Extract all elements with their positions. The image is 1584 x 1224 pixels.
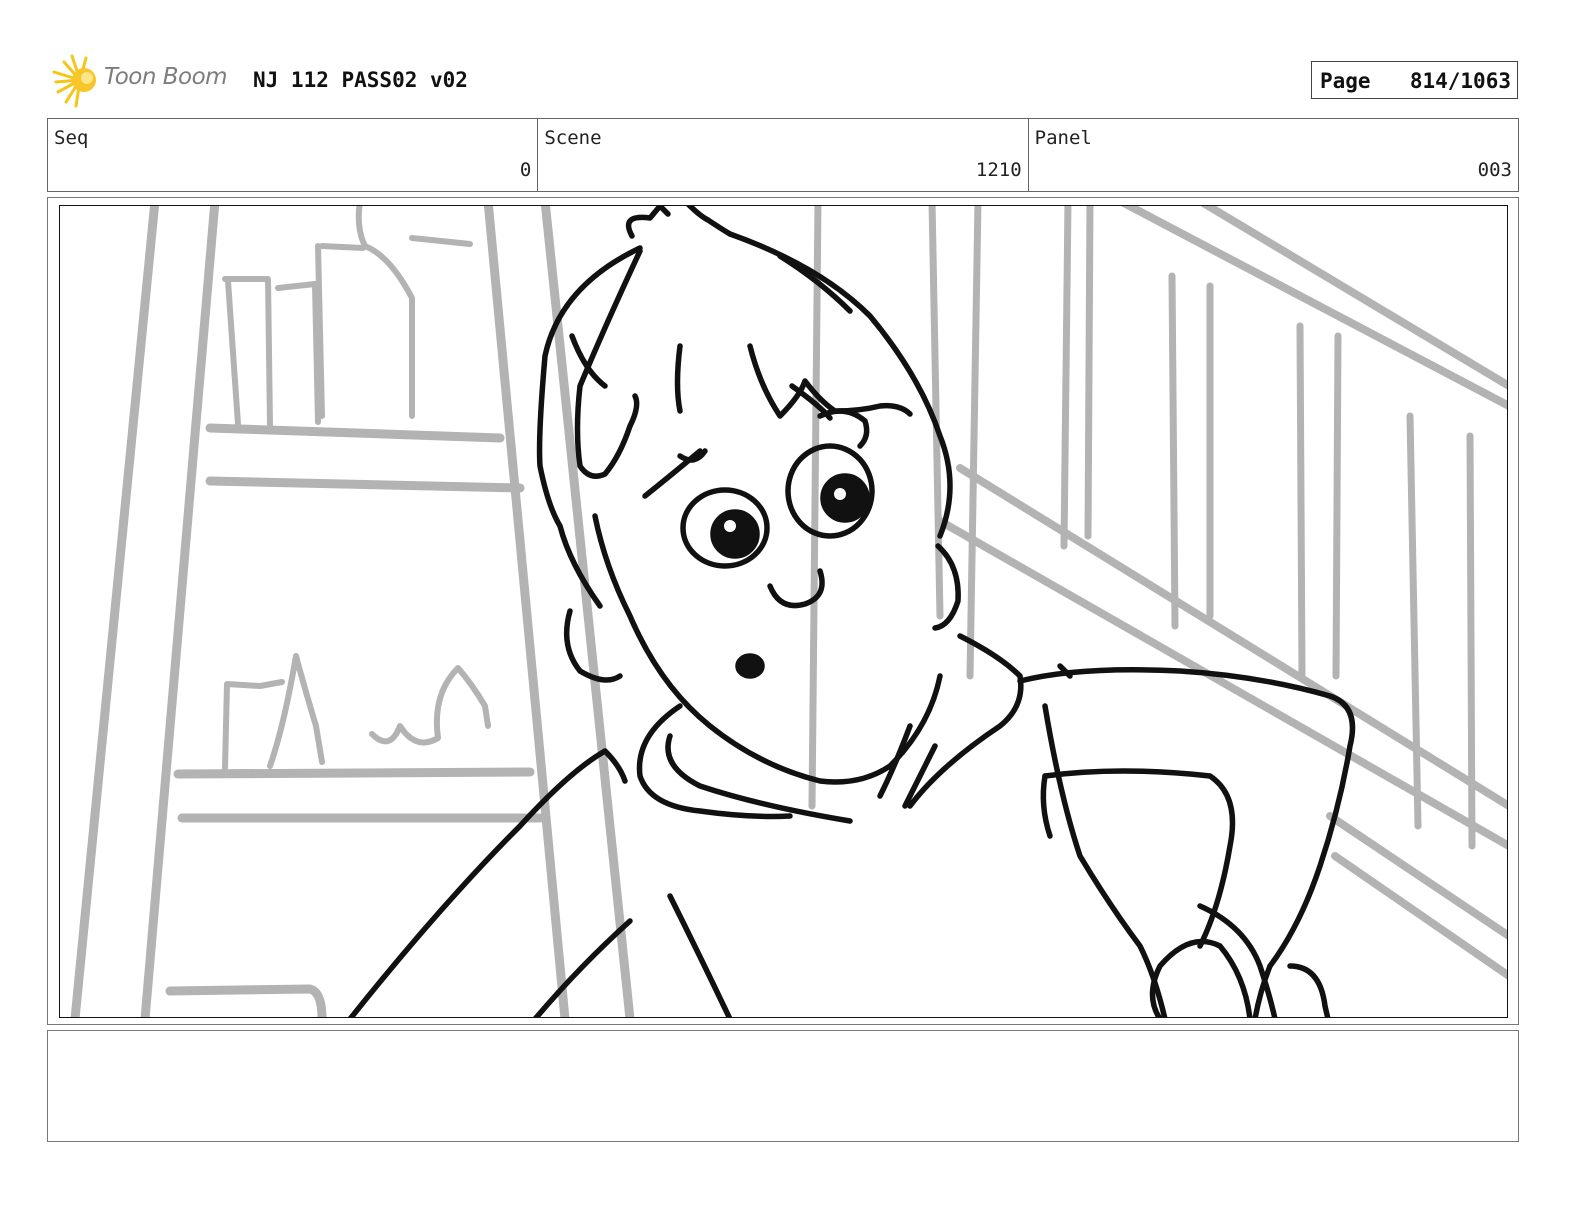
scene-label: Scene: [544, 127, 602, 149]
seq-value: 0: [519, 159, 532, 181]
background-sketch: [70, 206, 1507, 1017]
notes-box: [47, 1030, 1519, 1142]
panel-label: Panel: [1034, 127, 1092, 149]
seq-cell: Seq 0: [48, 119, 539, 191]
document-title: NJ 112 PASS02 v02: [253, 68, 468, 92]
seq-label: Seq: [54, 127, 89, 149]
logo-text: Toon Boom: [104, 64, 228, 90]
page-counter: Page 814/1063: [1311, 61, 1518, 99]
panel-value: 003: [1477, 159, 1512, 181]
scene-cell: Scene 1210: [538, 119, 1029, 191]
page-value: 814/1063: [1409, 69, 1511, 93]
panel-cell: Panel 003: [1029, 119, 1518, 191]
toon-boom-logo: Toon Boom: [50, 52, 240, 108]
storyboard-drawing: [59, 205, 1508, 1018]
toon-boom-starburst-icon: [52, 54, 96, 108]
info-row: Seq 0 Scene 1210 Panel 003: [47, 118, 1519, 192]
scene-value: 1210: [975, 159, 1022, 181]
page-label: Page: [1320, 69, 1371, 93]
